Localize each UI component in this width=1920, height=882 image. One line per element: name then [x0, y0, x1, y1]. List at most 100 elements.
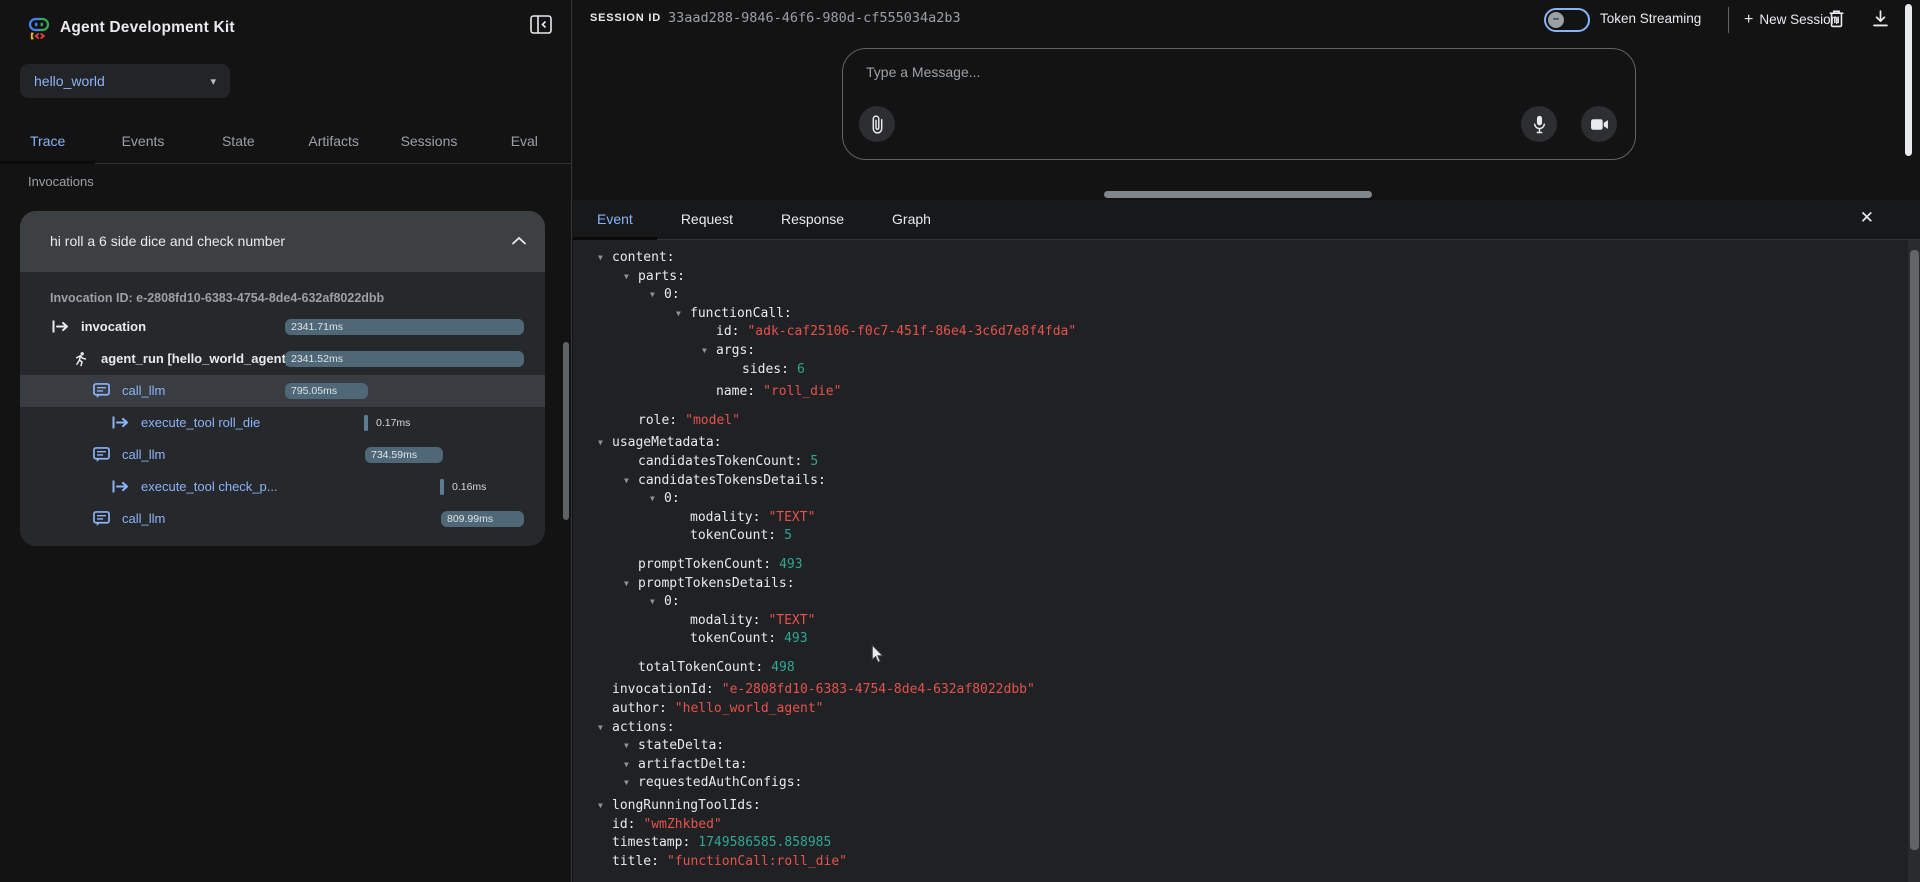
json-value: "hello_world_agent" — [675, 701, 824, 716]
tree-toggle-icon[interactable]: ▼ — [624, 575, 638, 594]
json-key: requestedAuthConfigs: — [638, 775, 802, 790]
invocation-card-header[interactable]: hi roll a 6 side dice and check number — [20, 211, 545, 272]
trace-row-call-llm[interactable]: call_llm795.05ms — [20, 375, 545, 407]
tab-graph[interactable]: Graph — [868, 200, 955, 239]
json-line: ▼requestedAuthConfigs: — [598, 774, 1908, 793]
left-panel-scrollbar[interactable] — [563, 342, 569, 520]
invocation-card: hi roll a 6 side dice and check number I… — [20, 211, 545, 546]
tree-toggle-icon[interactable]: ▼ — [624, 756, 638, 775]
tree-toggle-icon[interactable]: ▼ — [650, 286, 664, 305]
json-key: role: — [638, 413, 677, 428]
json-line: ▼content: — [598, 249, 1908, 268]
trace-row-agent-run-hello-world-agent-[interactable]: agent_run [hello_world_agent]2341.52ms — [20, 343, 545, 375]
json-key: promptTokenCount: — [638, 557, 771, 572]
trace-span-label: call_llm — [122, 511, 165, 526]
tab-trace[interactable]: Trace — [0, 118, 95, 163]
tree-toggle-icon[interactable]: ▼ — [624, 774, 638, 793]
trace-span-label: agent_run [hello_world_agent] — [101, 351, 290, 366]
delete-session-icon[interactable] — [1825, 9, 1847, 31]
event-json-viewer: ▼content:▼parts:▼0:▼functionCall:id:"adk… — [573, 240, 1908, 882]
message-composer[interactable]: Type a Message... — [842, 48, 1636, 160]
json-key: invocationId: — [612, 682, 714, 697]
tab-events[interactable]: Events — [95, 118, 190, 163]
plus-icon: + — [1744, 11, 1753, 28]
video-camera-icon[interactable] — [1581, 106, 1617, 142]
agent-selector-value: hello_world — [34, 73, 210, 89]
tree-toggle-icon[interactable]: ▼ — [598, 249, 612, 268]
chat-scrollbar[interactable] — [1905, 4, 1912, 156]
json-line: invocationId: "e-2808fd10-6383-4754-8de4-… — [598, 681, 1908, 700]
json-line: candidatesTokenCount:5 — [598, 453, 1908, 472]
json-line: ▼args: — [598, 342, 1908, 361]
json-value: 493 — [779, 557, 802, 572]
trace-row-execute-tool-roll-die[interactable]: execute_tool roll_die0.17ms — [20, 407, 545, 439]
tree-toggle-icon[interactable]: ▼ — [624, 737, 638, 756]
attach-file-icon[interactable] — [859, 106, 895, 142]
trace-row-call-llm[interactable]: call_llm 809.99ms — [20, 503, 545, 535]
json-key: content: — [612, 250, 675, 265]
json-key: actions: — [612, 720, 675, 735]
chevron-up-icon[interactable] — [511, 233, 527, 251]
tab-sessions[interactable]: Sessions — [381, 118, 476, 163]
message-input[interactable]: Type a Message... — [866, 64, 980, 80]
trace-duration-bar: 809.99ms — [441, 511, 524, 527]
trace-row-invocation[interactable]: invocation2341.71ms — [20, 311, 545, 343]
tab-response[interactable]: Response — [757, 200, 868, 239]
json-line: promptTokenCount: 493 — [598, 556, 1908, 575]
tree-toggle-icon[interactable]: ▼ — [598, 434, 612, 453]
json-line: ▼stateDelta: — [598, 737, 1908, 756]
json-key: stateDelta: — [638, 738, 724, 753]
json-value: 5 — [810, 454, 818, 469]
trace-row-call-llm[interactable]: call_llm734.59ms — [20, 439, 545, 471]
horizontal-scrollbar[interactable] — [1104, 191, 1372, 198]
json-value: "wmZhkbed" — [643, 817, 721, 832]
trace-row-execute-tool-check-p-[interactable]: execute_tool check_p... 0.16ms — [20, 471, 545, 503]
right-panel: SESSION ID 33aad288-9846-46f6-980d-cf555… — [573, 0, 1920, 882]
trace-duration-tick — [364, 415, 368, 431]
json-line: ▼0: — [598, 593, 1908, 612]
tab-event[interactable]: Event — [573, 200, 657, 239]
json-line: sides:6 — [598, 361, 1908, 380]
tree-toggle-icon[interactable]: ▼ — [676, 305, 690, 324]
enter-arrow-icon — [112, 479, 130, 495]
trace-duration-label: 0.16ms — [452, 481, 486, 493]
json-value: "e-2808fd10-6383-4754-8de4-632af8022dbb" — [722, 682, 1035, 697]
tree-toggle-icon[interactable]: ▼ — [702, 342, 716, 361]
json-line: modality:"TEXT" — [598, 509, 1908, 528]
json-line: author:"hello_world_agent" — [598, 700, 1908, 719]
detail-scrollbar-thumb[interactable] — [1910, 250, 1919, 850]
tree-toggle-icon[interactable]: ▼ — [624, 472, 638, 491]
tab-request[interactable]: Request — [657, 200, 757, 239]
tree-toggle-icon[interactable]: ▼ — [650, 490, 664, 509]
json-key: id: — [716, 324, 739, 339]
trace-span-label: invocation — [81, 319, 146, 334]
json-value: 5 — [784, 528, 792, 543]
json-value: "functionCall:roll_die" — [667, 854, 847, 869]
tab-eval[interactable]: Eval — [477, 118, 572, 163]
collapse-panel-icon[interactable] — [528, 13, 554, 39]
tree-toggle-icon[interactable]: ▼ — [650, 593, 664, 612]
tab-artifacts[interactable]: Artifacts — [286, 118, 381, 163]
json-key: tokenCount: — [690, 528, 776, 543]
trace-span-label: execute_tool check_p... — [141, 479, 278, 494]
json-key: 0: — [664, 594, 680, 609]
json-line: tokenCount: 5 — [598, 527, 1908, 546]
json-key: sides: — [742, 362, 789, 377]
adk-app: Agent Development Kit hello_world ▾ Trac… — [0, 0, 1920, 882]
tree-toggle-icon[interactable]: ▼ — [598, 719, 612, 738]
json-line: name:"roll_die" — [598, 383, 1908, 402]
download-session-icon[interactable] — [1869, 9, 1891, 31]
tab-state[interactable]: State — [191, 118, 286, 163]
json-key: timestamp: — [612, 835, 690, 850]
agent-selector[interactable]: hello_world ▾ — [20, 64, 230, 98]
json-line: ▼promptTokensDetails: — [598, 575, 1908, 594]
json-line: ▼parts: — [598, 268, 1908, 287]
json-line: ▼candidatesTokensDetails: — [598, 472, 1908, 491]
json-key: args: — [716, 343, 755, 358]
tree-toggle-icon[interactable]: ▼ — [624, 268, 638, 287]
token-streaming-toggle[interactable]: – — [1544, 8, 1590, 32]
tree-toggle-icon[interactable]: ▼ — [598, 797, 612, 816]
close-icon[interactable]: ✕ — [1860, 208, 1874, 228]
topbar-divider — [1728, 7, 1729, 33]
microphone-icon[interactable] — [1521, 106, 1557, 142]
